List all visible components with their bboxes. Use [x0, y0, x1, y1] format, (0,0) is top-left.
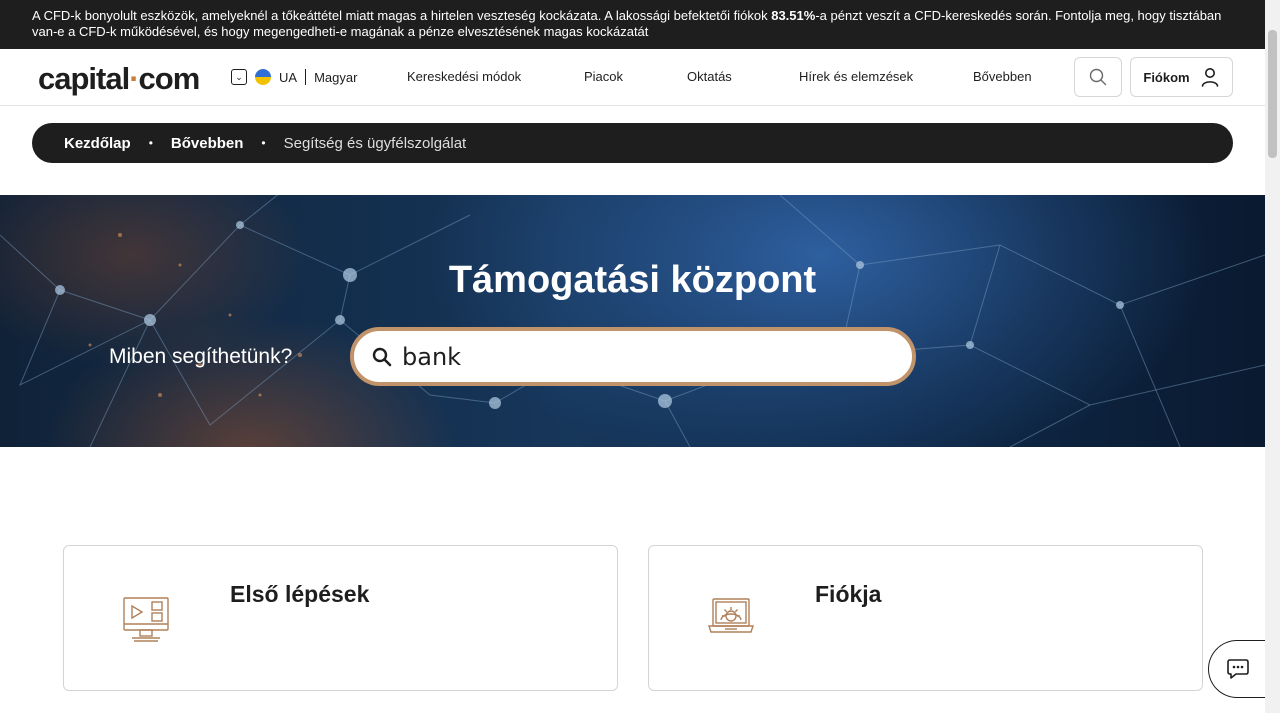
- menu-item-news-analysis[interactable]: Hírek és elemzések: [799, 69, 913, 84]
- menu-item-markets[interactable]: Piacok: [584, 69, 623, 84]
- category-card-getting-started[interactable]: Első lépések: [63, 545, 618, 691]
- breadcrumb-current: Segítség és ügyfélszolgálat: [283, 134, 467, 152]
- user-icon: [1201, 68, 1218, 87]
- monitor-play-icon: [123, 597, 169, 642]
- support-search-input[interactable]: [402, 342, 882, 371]
- card-title: Fiókja: [815, 581, 882, 607]
- live-chat-button[interactable]: [1208, 640, 1268, 698]
- account-button[interactable]: Fiókom: [1130, 57, 1233, 97]
- search-icon: [372, 347, 392, 366]
- capital-com-logo[interactable]: capital·com: [38, 61, 200, 97]
- chevron-down-icon: ⌄: [231, 69, 247, 85]
- region-code: UA: [279, 69, 298, 85]
- menu-item-more[interactable]: Bővebben: [973, 69, 1032, 84]
- region-divider: [305, 69, 307, 85]
- search-icon: [1089, 68, 1107, 86]
- scrollbar-thumb[interactable]: [1268, 30, 1277, 158]
- risk-warning-text: A CFD-k bonyolult eszközök, amelyeknél a…: [32, 8, 772, 23]
- page-scrollbar[interactable]: [1265, 0, 1280, 713]
- card-title: Első lépések: [230, 581, 370, 607]
- header-search-button[interactable]: [1074, 57, 1122, 97]
- breadcrumb-separator: •: [148, 136, 153, 150]
- breadcrumb-more[interactable]: Bővebben: [171, 135, 244, 152]
- support-search-box[interactable]: [350, 327, 916, 386]
- ukraine-flag-icon: [255, 69, 271, 85]
- menu-item-trading-modes[interactable]: Kereskedési módok: [407, 69, 521, 84]
- main-navigation: capital·com ⌄ UA Magyar Kereskedési módo…: [0, 49, 1265, 106]
- risk-warning-bar: A CFD-k bonyolult eszközök, amelyeknél a…: [0, 0, 1265, 49]
- region-language-selector[interactable]: ⌄ UA Magyar: [231, 68, 357, 86]
- support-hero: Támogatási központ Miben segíthetünk?: [0, 195, 1265, 447]
- chat-bubble-icon: [1226, 659, 1249, 679]
- account-label: Fiókom: [1143, 69, 1190, 85]
- menu-item-education[interactable]: Oktatás: [687, 69, 732, 84]
- breadcrumb-home[interactable]: Kezdőlap: [64, 135, 131, 152]
- network-background: [0, 195, 1265, 447]
- risk-warning-percent: 83.51%: [771, 8, 816, 23]
- search-prompt-label: Miben segíthetünk?: [109, 345, 293, 368]
- breadcrumb: Kezdőlap • Bővebben • Segítség és ügyfél…: [32, 123, 1233, 163]
- page-title: Támogatási központ: [448, 259, 817, 301]
- laptop-gear-icon: [708, 598, 754, 633]
- breadcrumb-separator: •: [261, 136, 266, 150]
- category-card-account[interactable]: Fiókja: [648, 545, 1203, 691]
- language-label: Magyar: [314, 69, 358, 85]
